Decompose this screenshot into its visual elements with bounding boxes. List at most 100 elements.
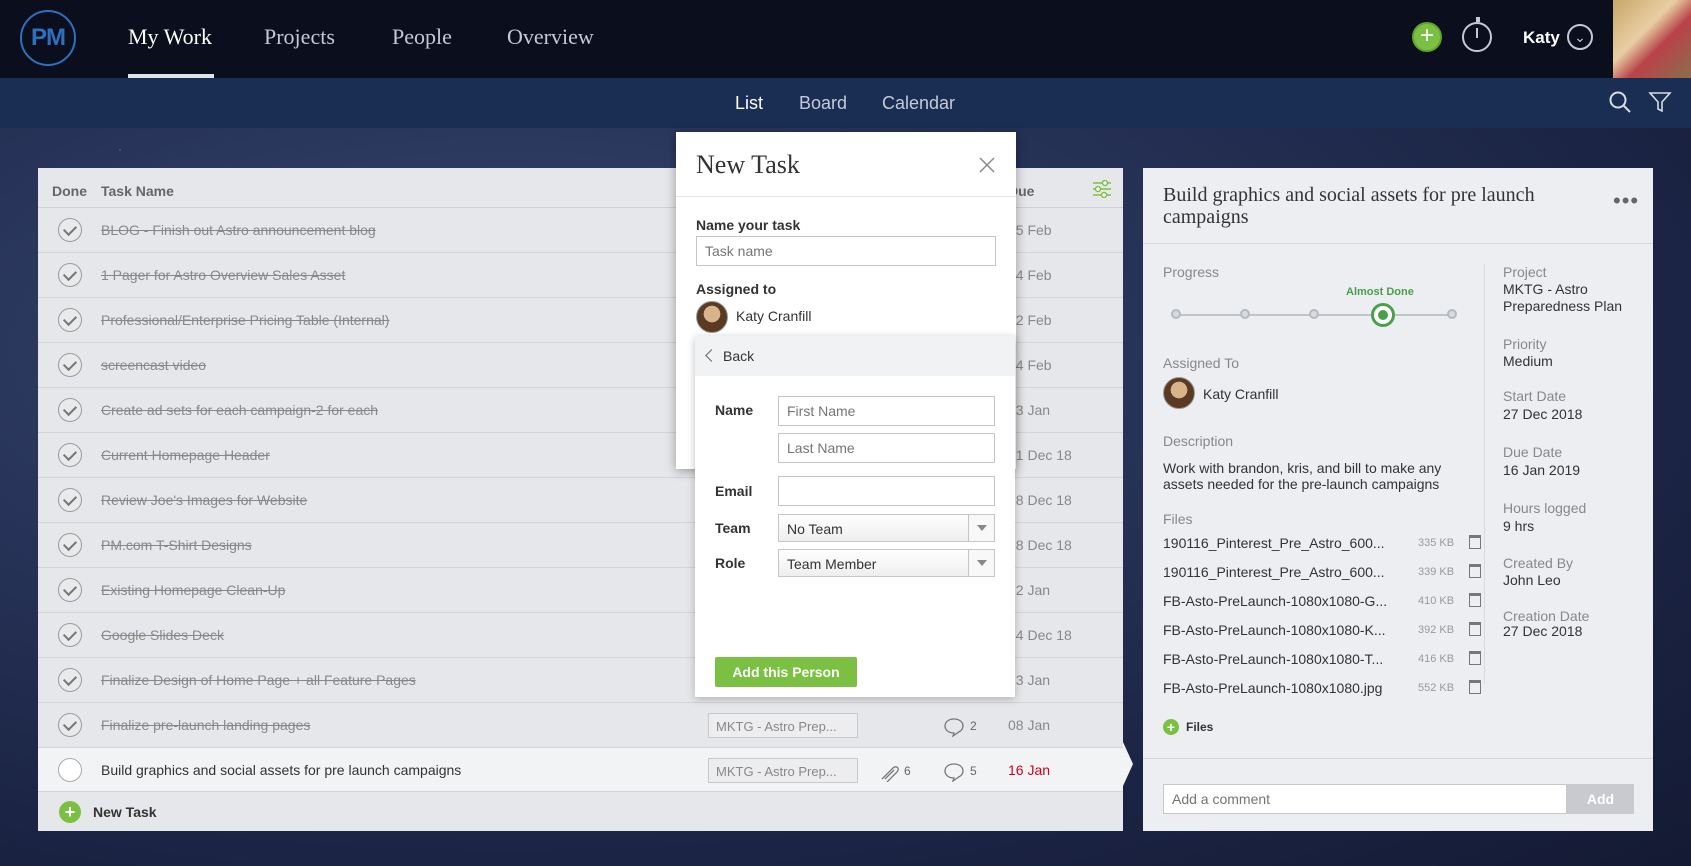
task-name[interactable]: PM.com T-Shirt Designs bbox=[101, 537, 252, 553]
task-name[interactable]: Current Homepage Header bbox=[101, 447, 270, 463]
back-button[interactable]: Back bbox=[695, 336, 1015, 376]
comment-icon[interactable] bbox=[943, 762, 965, 782]
trash-icon[interactable] bbox=[1469, 622, 1481, 636]
done-check-icon[interactable] bbox=[58, 398, 82, 422]
nav-tab-overview[interactable]: Overview bbox=[507, 24, 594, 50]
progress-step-dot[interactable] bbox=[1309, 309, 1319, 319]
task-name[interactable]: Review Joe's Images for Website bbox=[101, 492, 307, 508]
app-logo[interactable]: PM bbox=[20, 10, 76, 66]
new-task-button[interactable]: New Task bbox=[93, 804, 157, 820]
file-item[interactable]: 190116_Pinterest_Pre_Astro_600... 335 KB bbox=[1163, 529, 1481, 557]
hours-logged-value[interactable]: 9 hrs bbox=[1503, 518, 1534, 534]
trash-icon[interactable] bbox=[1469, 535, 1481, 549]
nav-tab-my-work[interactable]: My Work bbox=[128, 24, 212, 50]
assignee-name[interactable]: Katy Cranfill bbox=[736, 308, 811, 324]
task-name[interactable]: Google Slides Deck bbox=[101, 627, 224, 643]
done-check-icon[interactable] bbox=[58, 533, 82, 557]
column-task-name[interactable]: Task Name bbox=[101, 183, 174, 199]
search-icon[interactable] bbox=[1608, 90, 1632, 114]
file-item[interactable]: FB-Asto-PreLaunch-1080x1080-G... 410 KB bbox=[1163, 587, 1481, 615]
subtab-calendar[interactable]: Calendar bbox=[882, 93, 955, 114]
progress-step-dot[interactable] bbox=[1171, 309, 1181, 319]
last-name-input[interactable] bbox=[778, 433, 995, 463]
priority-value[interactable]: Medium bbox=[1503, 353, 1553, 369]
add-task-plus-icon[interactable]: + bbox=[59, 801, 81, 823]
done-check-icon[interactable] bbox=[58, 353, 82, 377]
detail-title[interactable]: Build graphics and social assets for pre… bbox=[1163, 184, 1583, 228]
add-file-plus-icon[interactable]: + bbox=[1163, 719, 1179, 735]
assignee-name[interactable]: Katy Cranfill bbox=[1203, 386, 1278, 402]
subtab-list[interactable]: List bbox=[735, 93, 763, 114]
back-label[interactable]: Back bbox=[723, 348, 754, 364]
comment-icon[interactable] bbox=[943, 717, 965, 737]
assignee-avatar[interactable] bbox=[696, 301, 728, 333]
due-date-value[interactable]: 16 Jan 2019 bbox=[1503, 462, 1580, 478]
team-select[interactable]: No Team bbox=[778, 514, 995, 542]
description-text[interactable]: Work with brandon, kris, and bill to mak… bbox=[1163, 460, 1463, 492]
add-files-button[interactable]: Files bbox=[1186, 720, 1213, 734]
task-row-selected[interactable]: Build graphics and social assets for pre… bbox=[38, 748, 1123, 793]
project-tag[interactable]: MKTG - Astro Prep... bbox=[708, 758, 858, 783]
chevron-down-icon[interactable]: ⌄ bbox=[1567, 24, 1593, 50]
column-done[interactable]: Done bbox=[52, 183, 87, 199]
file-name[interactable]: FB-Asto-PreLaunch-1080x1080.jpg bbox=[1163, 680, 1389, 696]
task-name[interactable]: screencast video bbox=[101, 357, 206, 373]
done-check-icon[interactable] bbox=[58, 713, 82, 737]
file-name[interactable]: FB-Asto-PreLaunch-1080x1080-T... bbox=[1163, 651, 1389, 667]
select-arrow-icon[interactable] bbox=[968, 550, 994, 576]
file-name[interactable]: FB-Asto-PreLaunch-1080x1080-G... bbox=[1163, 593, 1389, 609]
task-name[interactable]: Professional/Enterprise Pricing Table (I… bbox=[101, 312, 389, 328]
done-check-icon[interactable] bbox=[58, 443, 82, 467]
project-tag[interactable]: MKTG - Astro Prep... bbox=[708, 713, 858, 738]
start-date-value[interactable]: 27 Dec 2018 bbox=[1503, 406, 1582, 422]
file-name[interactable]: 190116_Pinterest_Pre_Astro_600... bbox=[1163, 564, 1389, 580]
task-name[interactable]: Build graphics and social assets for pre… bbox=[101, 762, 461, 778]
nav-tab-projects[interactable]: Projects bbox=[264, 24, 335, 50]
done-check-icon[interactable] bbox=[58, 218, 82, 242]
stopwatch-icon[interactable] bbox=[1462, 17, 1492, 52]
task-name[interactable]: Existing Homepage Clean-Up bbox=[101, 582, 285, 598]
progress-step-dot[interactable] bbox=[1371, 303, 1395, 327]
comment-input[interactable] bbox=[1163, 784, 1567, 814]
close-icon[interactable] bbox=[978, 156, 996, 174]
filter-icon[interactable] bbox=[1648, 90, 1672, 114]
task-name[interactable]: 1 Pager for Astro Overview Sales Asset bbox=[101, 267, 345, 283]
project-value[interactable]: MKTG - Astro Preparedness Plan bbox=[1503, 281, 1643, 315]
task-name[interactable]: Finalize pre-launch landing pages bbox=[101, 717, 310, 733]
done-check-icon[interactable] bbox=[58, 758, 82, 782]
add-comment-button[interactable]: Add bbox=[1567, 784, 1634, 814]
trash-icon[interactable] bbox=[1469, 564, 1481, 578]
email-input[interactable] bbox=[778, 476, 995, 506]
progress-step-dot[interactable] bbox=[1240, 309, 1250, 319]
progress-step-dot[interactable] bbox=[1447, 309, 1457, 319]
trash-icon[interactable] bbox=[1469, 651, 1481, 665]
select-arrow-icon[interactable] bbox=[968, 515, 994, 541]
done-check-icon[interactable] bbox=[58, 578, 82, 602]
task-name[interactable]: Finalize Design of Home Page + all Featu… bbox=[101, 672, 416, 688]
nav-tab-people[interactable]: People bbox=[392, 24, 452, 50]
file-name[interactable]: FB-Asto-PreLaunch-1080x1080-K... bbox=[1163, 622, 1389, 638]
done-check-icon[interactable] bbox=[58, 488, 82, 512]
paperclip-icon[interactable] bbox=[878, 762, 900, 782]
add-person-button[interactable]: Add this Person bbox=[715, 657, 857, 687]
role-select[interactable]: Team Member bbox=[778, 549, 995, 577]
task-row[interactable]: Finalize pre-launch landing pages MKTG - … bbox=[38, 703, 1123, 748]
trash-icon[interactable] bbox=[1469, 680, 1481, 694]
first-name-input[interactable] bbox=[778, 396, 995, 426]
trash-icon[interactable] bbox=[1469, 593, 1481, 607]
task-name-input[interactable] bbox=[696, 236, 996, 266]
task-name[interactable]: BLOG - Finish out Astro announcement blo… bbox=[101, 222, 376, 238]
file-name[interactable]: 190116_Pinterest_Pre_Astro_600... bbox=[1163, 535, 1389, 551]
add-plus-icon[interactable]: + bbox=[1412, 22, 1442, 52]
user-avatar[interactable] bbox=[1613, 0, 1691, 78]
subtab-board[interactable]: Board bbox=[799, 93, 847, 114]
user-name[interactable]: Katy bbox=[1523, 28, 1560, 48]
file-item[interactable]: FB-Asto-PreLaunch-1080x1080-T... 416 KB bbox=[1163, 645, 1481, 673]
more-options-icon[interactable]: ••• bbox=[1613, 188, 1639, 214]
file-item[interactable]: FB-Asto-PreLaunch-1080x1080-K... 392 KB bbox=[1163, 616, 1481, 644]
done-check-icon[interactable] bbox=[58, 263, 82, 287]
file-item[interactable]: FB-Asto-PreLaunch-1080x1080.jpg 552 KB bbox=[1163, 674, 1481, 702]
task-name[interactable]: Create ad sets for each campaign-2 for e… bbox=[101, 402, 378, 418]
column-settings-icon[interactable] bbox=[1092, 180, 1112, 198]
done-check-icon[interactable] bbox=[58, 308, 82, 332]
